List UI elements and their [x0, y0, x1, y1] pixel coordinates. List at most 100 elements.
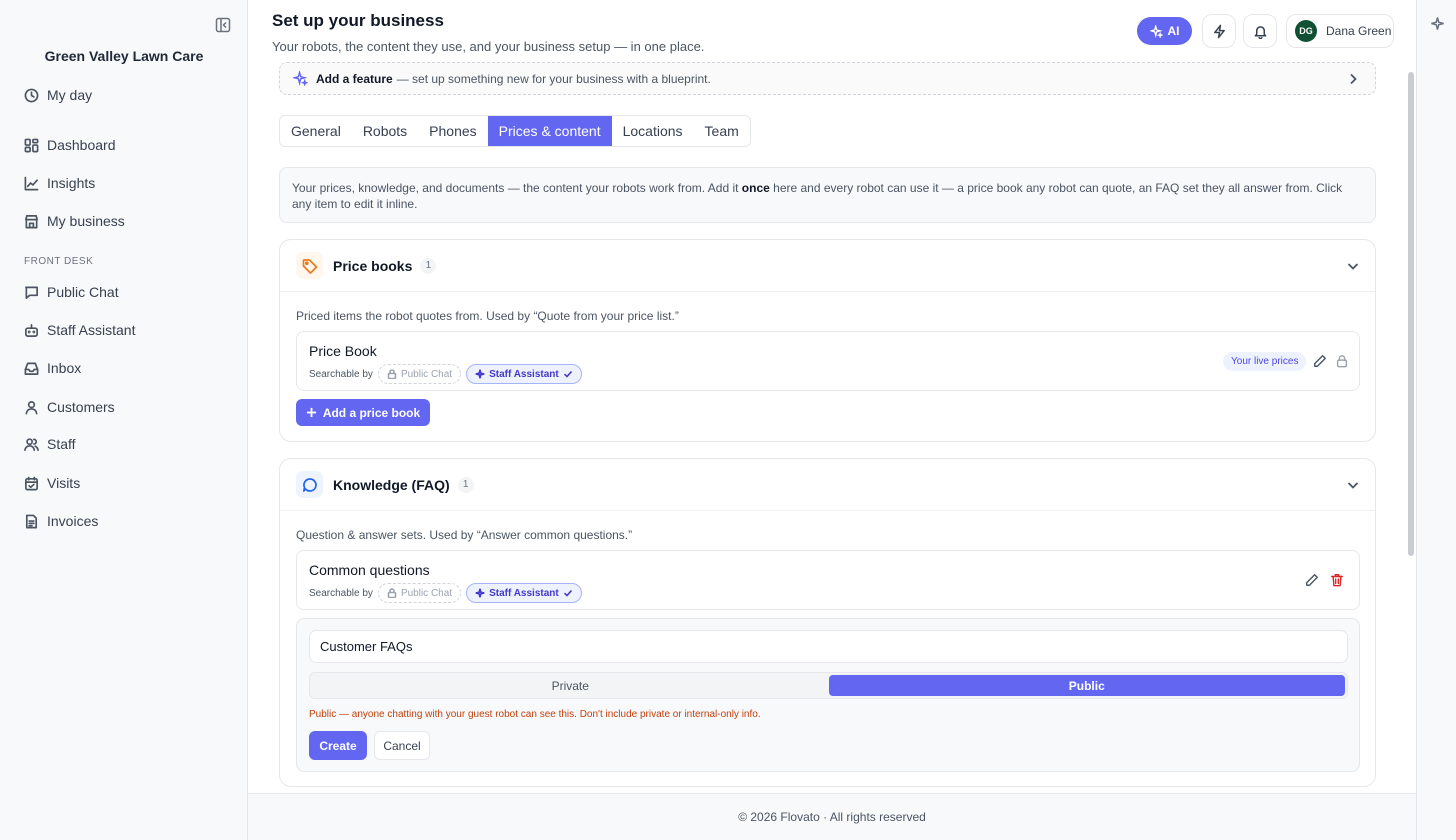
price-books-description: Priced items the robot quotes from. Used…: [296, 309, 679, 323]
faq-set-name-input[interactable]: [309, 630, 1348, 663]
tab-robots[interactable]: Robots: [352, 116, 418, 146]
public-chat-chip[interactable]: Public Chat: [377, 364, 462, 384]
price-books-title: Price books: [333, 257, 413, 274]
tab-general[interactable]: General: [280, 116, 352, 146]
sidebar-item-insights[interactable]: Insights: [24, 173, 95, 193]
calendar-icon: [25, 476, 38, 490]
ai-button-label: AI: [1167, 24, 1180, 38]
chat-icon: [25, 286, 38, 299]
sidebar-item-label: Visits: [47, 475, 81, 491]
sidebar-item-label: Customers: [47, 399, 115, 415]
sidebar-item-my-business[interactable]: My business: [24, 211, 125, 231]
info-text-bold: once: [741, 181, 770, 195]
sparkle-icon: [475, 588, 485, 598]
footer: © 2026 Flovato · All rights reserved: [248, 793, 1416, 840]
settings-tabs: General Robots Phones Prices & content L…: [279, 115, 751, 147]
visibility-public-option[interactable]: Public: [828, 675, 1345, 696]
lightning-icon: [1213, 24, 1225, 38]
store-icon: [25, 214, 38, 228]
business-name: Green Valley Lawn Care: [44, 48, 204, 64]
staff-assistant-chip[interactable]: Staff Assistant: [466, 364, 582, 384]
public-chat-chip-label: Public Chat: [400, 368, 453, 380]
price-books-count: 1: [420, 257, 437, 274]
sidebar-item-label: Invoices: [47, 513, 99, 529]
tag-icon: [296, 252, 323, 279]
check-icon: [563, 370, 572, 378]
sidebar-item-label: Public Chat: [47, 284, 119, 300]
sidebar-collapse-icon[interactable]: [215, 17, 231, 33]
price-book-item[interactable]: Price Book Searchable by Public Chat Sta…: [296, 331, 1360, 391]
robot-icon: [25, 323, 38, 337]
create-button[interactable]: Create: [309, 731, 367, 760]
faq-set-item[interactable]: Common questions Searchable by Public Ch…: [296, 550, 1360, 610]
sidebar-item-label: My day: [47, 87, 93, 103]
add-price-book-button[interactable]: Add a price book: [296, 399, 430, 426]
content-info-box: Your prices, knowledge, and documents — …: [279, 167, 1376, 223]
chevron-right-icon: [1350, 73, 1357, 85]
chevron-down-icon[interactable]: [1347, 260, 1359, 272]
knowledge-header[interactable]: Knowledge (FAQ) 1: [280, 459, 1375, 511]
tab-locations[interactable]: Locations: [612, 116, 694, 146]
tab-prices-content[interactable]: Prices & content: [487, 116, 612, 146]
price-book-name: Price Book: [309, 343, 377, 359]
add-feature-banner[interactable]: Add a feature — set up something new for…: [279, 62, 1376, 95]
plus-icon: [306, 407, 316, 418]
sidebar-item-label: Insights: [47, 175, 96, 191]
price-books-header[interactable]: Price books 1: [280, 240, 1375, 292]
price-books-card: Price books 1 Priced items the robot quo…: [279, 239, 1376, 442]
notifications-button[interactable]: [1243, 14, 1277, 48]
chat-bubble-icon: [296, 471, 323, 498]
knowledge-card: Knowledge (FAQ) 1 Question & answer sets…: [279, 458, 1376, 787]
page-subtitle: Your robots, the content they use, and y…: [272, 39, 705, 54]
chevron-down-icon[interactable]: [1347, 479, 1359, 491]
sidebar-item-label: Staff Assistant: [47, 322, 136, 338]
public-chat-chip-label: Public Chat: [400, 587, 453, 599]
trash-icon[interactable]: [1330, 573, 1344, 587]
sidebar-item-dashboard[interactable]: Dashboard: [24, 135, 116, 155]
sidebar-item-invoices[interactable]: Invoices: [24, 511, 98, 531]
sidebar-item-public-chat[interactable]: Public Chat: [24, 282, 119, 302]
sparkle-icon: [1149, 24, 1163, 38]
quick-actions-button[interactable]: [1202, 14, 1236, 48]
check-icon: [563, 589, 572, 597]
tab-phones[interactable]: Phones: [418, 116, 487, 146]
sidebar-item-staff[interactable]: Staff: [24, 434, 76, 454]
searchable-by-label: Searchable by: [309, 587, 373, 599]
sidebar-item-visits[interactable]: Visits: [24, 473, 80, 493]
searchable-by-row: Searchable by Public Chat Staff Assistan…: [309, 583, 582, 603]
user-icon: [25, 400, 38, 414]
add-feature-text: — set up something new for your business…: [396, 71, 711, 86]
info-text-start: Your prices, knowledge, and documents — …: [292, 181, 742, 195]
public-chat-chip[interactable]: Public Chat: [377, 583, 462, 603]
sparkle-icon[interactable]: [1430, 16, 1445, 31]
sidebar-item-customers[interactable]: Customers: [24, 397, 115, 417]
sidebar-item-staff-assistant[interactable]: Staff Assistant: [24, 320, 135, 340]
dashboard-icon: [24, 138, 39, 152]
main-scrollbar[interactable]: [1408, 72, 1414, 556]
public-warning-text: Public — anyone chatting with your guest…: [309, 709, 761, 720]
section-label-front-desk: FRONT DESK: [24, 256, 94, 267]
user-name: Dana Green: [1326, 24, 1392, 38]
pencil-icon[interactable]: [1305, 573, 1319, 587]
knowledge-count: 1: [457, 476, 474, 493]
sparkle-icon: [475, 369, 485, 379]
pencil-icon[interactable]: [1313, 354, 1327, 368]
sidebar-item-my-day[interactable]: My day: [24, 85, 92, 105]
visibility-private-option[interactable]: Private: [312, 675, 829, 696]
sidebar-item-inbox[interactable]: Inbox: [24, 358, 81, 378]
new-faq-set-form: Private Public Public — anyone chatting …: [296, 618, 1360, 772]
user-menu-button[interactable]: DG Dana Green: [1286, 14, 1394, 48]
visibility-toggle: Private Public: [309, 672, 1348, 699]
ai-button[interactable]: AI: [1137, 17, 1192, 45]
staff-assistant-chip[interactable]: Staff Assistant: [466, 583, 582, 603]
knowledge-description: Question & answer sets. Used by “Answer …: [296, 528, 633, 542]
bell-icon: [1254, 25, 1266, 39]
live-prices-badge: Your live prices: [1223, 352, 1307, 371]
add-feature-title: Add a feature: [316, 71, 393, 86]
sidebar-item-label: Inbox: [47, 360, 82, 376]
copyright-text: © 2026 Flovato · All rights reserved: [738, 810, 926, 824]
sidebar-item-label: Staff: [47, 436, 76, 452]
lock-icon: [387, 588, 397, 598]
tab-team[interactable]: Team: [694, 116, 750, 146]
cancel-button[interactable]: Cancel: [374, 731, 430, 760]
